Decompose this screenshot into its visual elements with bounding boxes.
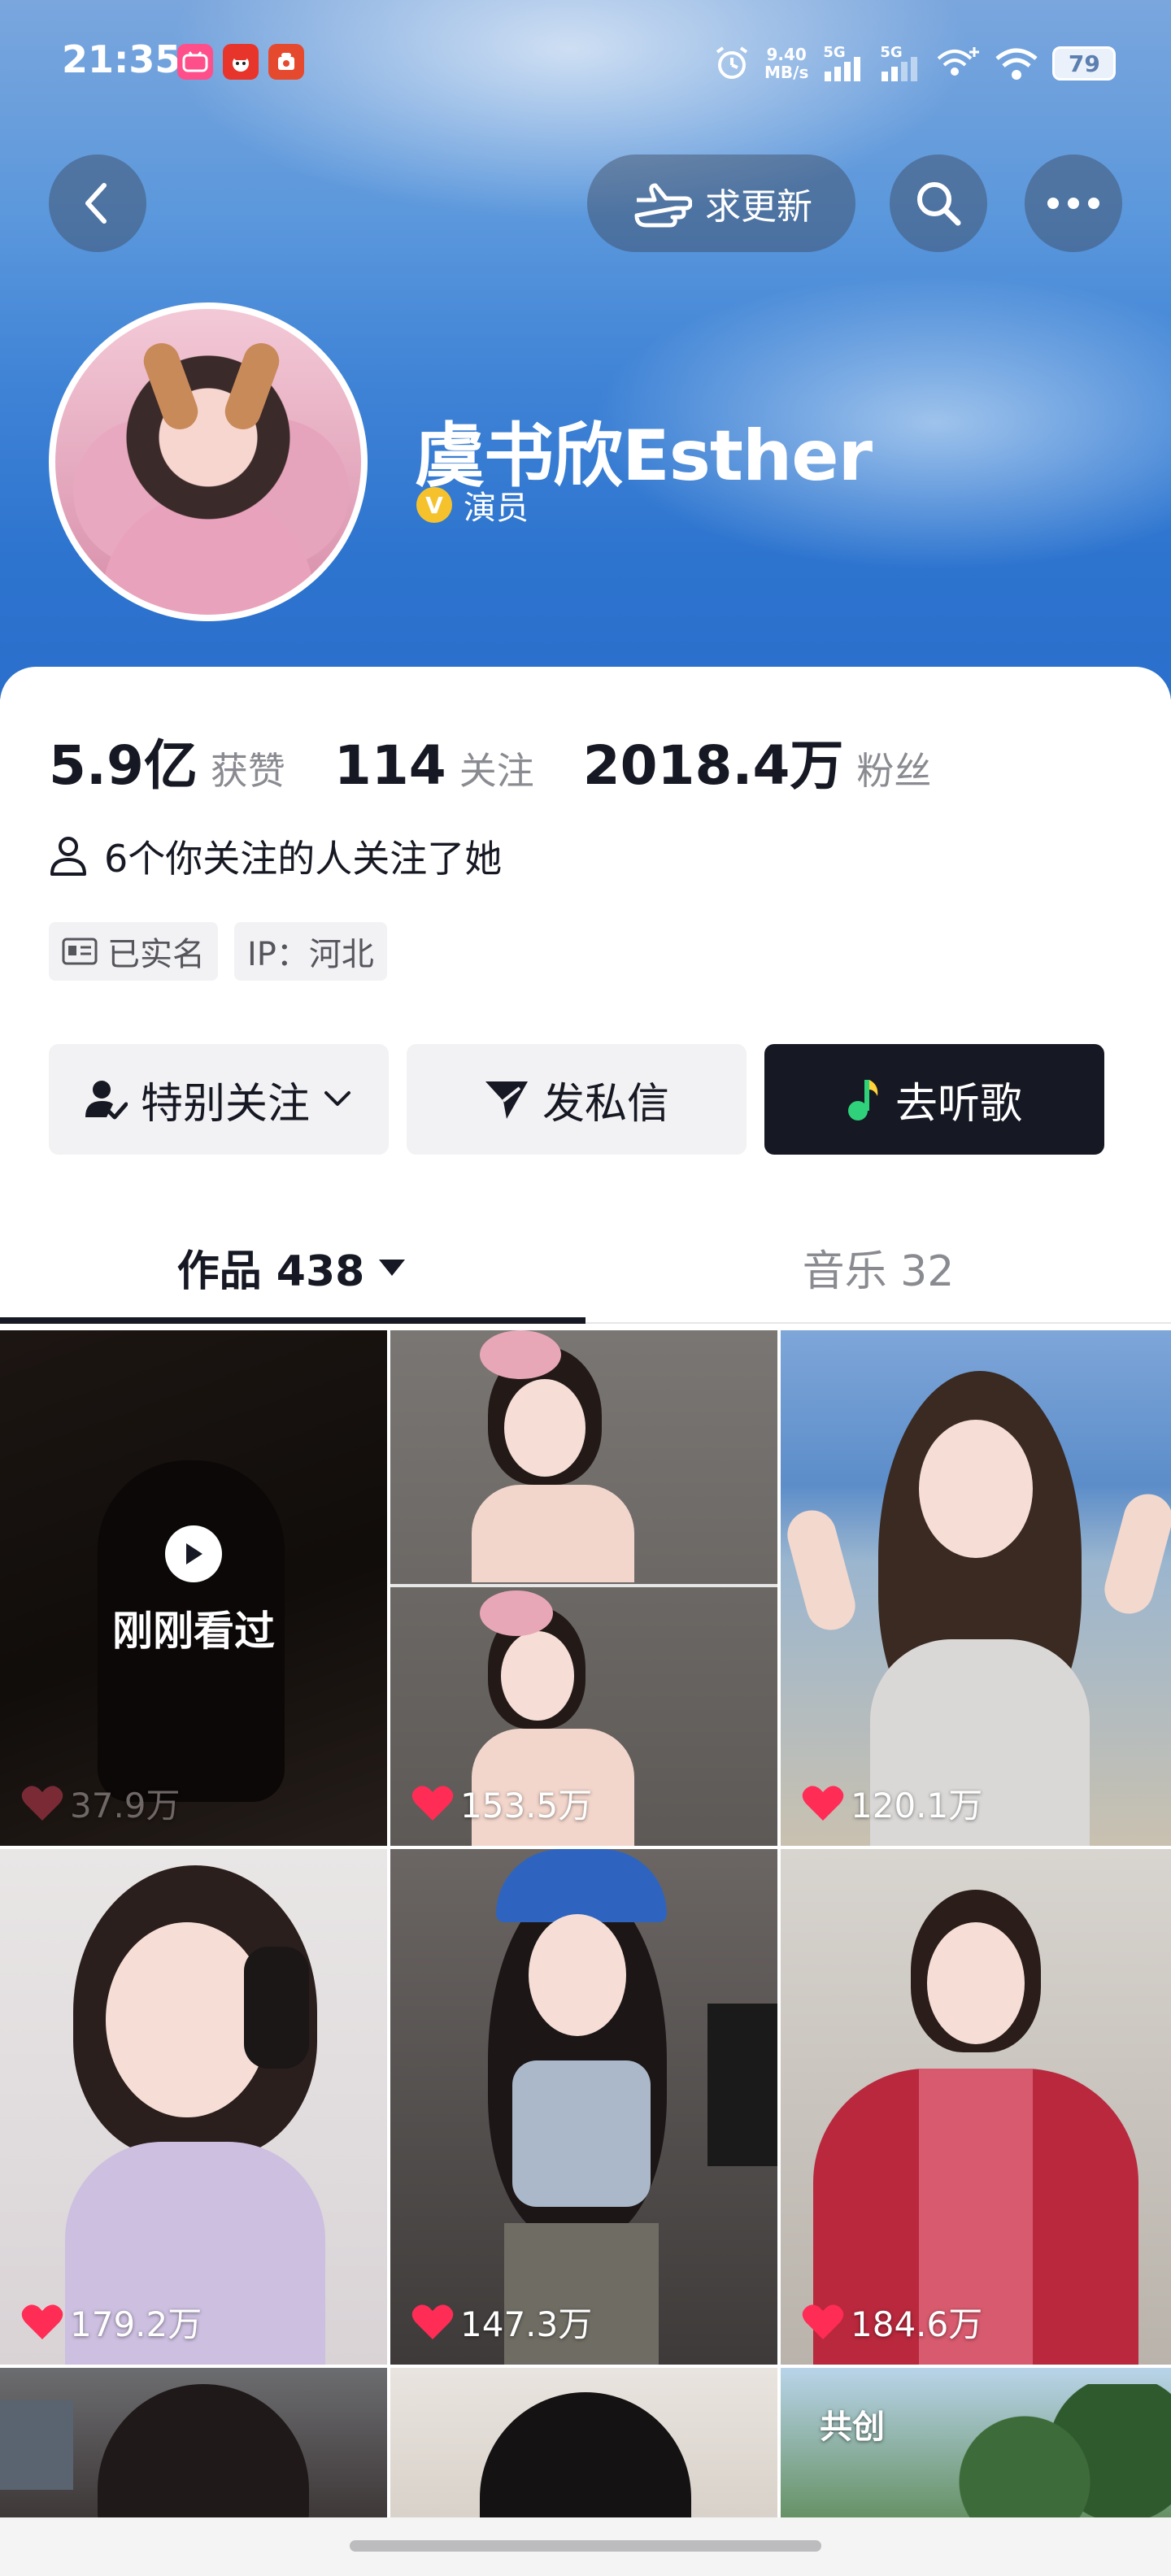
heart-icon <box>21 2304 63 2339</box>
search-icon <box>917 182 961 226</box>
content-tabs: 作品 438 音乐 32 <box>0 1207 1171 1327</box>
ip-location-tag: IP：河北 <box>234 922 387 981</box>
verified-badge-icon: V <box>416 487 452 523</box>
play-icon <box>165 1525 222 1582</box>
video-thumbnail[interactable]: 刚刚看过 37.9万 <box>0 1330 387 1846</box>
followers-label[interactable]: 粉丝 <box>856 742 931 795</box>
hotspot-icon <box>938 47 980 76</box>
co-creation-label: 共创 <box>820 2408 885 2446</box>
mutual-followers[interactable]: 6个你关注的人关注了她 <box>49 829 502 883</box>
profile-stats: 5.9亿 获赞 114 关注 2018.4万 粉丝 <box>49 722 980 800</box>
likes-label: 获赞 <box>210 749 285 793</box>
santa-notification-icon <box>223 44 259 80</box>
send-arrow-icon <box>485 1081 528 1119</box>
chevron-left-icon <box>85 183 107 224</box>
search-button[interactable] <box>890 154 987 252</box>
follow-person-check-icon <box>85 1081 128 1120</box>
profile-role: V 演员 <box>416 481 529 529</box>
app-notification-icon <box>268 44 304 80</box>
status-app-icons <box>177 44 304 80</box>
special-follow-button[interactable]: 特别关注 <box>49 1044 389 1155</box>
video-thumbnail[interactable]: 179.2万 <box>0 1849 387 2365</box>
profile-actions: 特别关注 发私信 去听歌 <box>49 1044 1104 1155</box>
video-like-count: 147.3万 <box>411 2297 592 2347</box>
dropdown-triangle-icon <box>379 1260 406 1276</box>
network-speed: 9.40 MB/s <box>764 45 809 82</box>
following-count[interactable]: 114 <box>334 734 446 797</box>
video-thumbnail[interactable] <box>0 2368 387 2530</box>
real-name-tag: 已实名 <box>49 922 218 981</box>
battery-indicator: 79 <box>1052 46 1117 80</box>
video-thumbnail[interactable]: 147.3万 <box>390 1849 777 2365</box>
bilibili-notification-icon <box>177 44 213 80</box>
tab-works[interactable]: 作品 438 <box>0 1207 586 1327</box>
signal-5g-icon-2: 5G <box>878 44 922 83</box>
profile-avatar[interactable] <box>49 302 368 621</box>
video-like-count: 184.6万 <box>802 2297 982 2347</box>
followers-count[interactable]: 2018.4万 <box>583 722 844 800</box>
more-options-button[interactable] <box>1025 154 1122 252</box>
status-bar: 21:35 9.40 MB/s 5G 5G 79 <box>0 0 1171 130</box>
video-like-count: 37.9万 <box>21 1778 181 1828</box>
video-like-count: 153.5万 <box>411 1778 592 1828</box>
video-thumbnail[interactable]: 184.6万 <box>781 1849 1171 2365</box>
video-thumbnail[interactable]: 120.1万 <box>781 1330 1171 1846</box>
alarm-icon <box>716 46 748 79</box>
send-message-button[interactable]: 发私信 <box>407 1044 747 1155</box>
heart-icon <box>802 2304 844 2339</box>
wifi-icon <box>995 48 1038 80</box>
status-time: 21:35 <box>62 37 181 81</box>
heart-icon <box>411 2304 454 2339</box>
heart-icon <box>802 1785 844 1821</box>
active-tab-indicator <box>0 1317 586 1324</box>
back-button[interactable] <box>49 154 146 252</box>
profile-tags: 已实名 IP：河北 <box>49 922 387 981</box>
listen-music-button[interactable]: 去听歌 <box>764 1044 1104 1155</box>
chevron-down-icon <box>324 1091 350 1106</box>
status-indicators: 9.40 MB/s 5G 5G 79 <box>712 39 1117 88</box>
signal-5g-icon: 5G <box>821 44 865 83</box>
likes-count: 5.9亿 <box>49 734 198 797</box>
avatar-bunny-ear-left <box>138 337 203 435</box>
video-like-count: 179.2万 <box>21 2297 202 2347</box>
request-update-button[interactable]: 求更新 <box>587 154 855 252</box>
heart-icon <box>21 1785 63 1821</box>
more-dots-icon <box>1047 198 1099 209</box>
tab-music[interactable]: 音乐 32 <box>586 1207 1171 1327</box>
video-thumbnail[interactable]: 共创 <box>781 2368 1171 2530</box>
video-like-count: 120.1万 <box>802 1778 982 1828</box>
following-label[interactable]: 关注 <box>459 742 534 795</box>
home-gesture-bar[interactable] <box>350 2540 821 2552</box>
recently-watched-label: 刚刚看过 <box>112 1608 275 1655</box>
avatar-bunny-ear-right <box>220 337 285 435</box>
heart-icon <box>411 1785 454 1821</box>
music-note-icon <box>847 1080 878 1120</box>
person-icon <box>50 837 86 876</box>
video-thumbnail[interactable]: 153.5万 <box>390 1330 777 1846</box>
pointing-hand-icon <box>634 183 692 228</box>
id-card-icon <box>62 938 98 965</box>
video-thumbnail[interactable] <box>390 2368 777 2530</box>
